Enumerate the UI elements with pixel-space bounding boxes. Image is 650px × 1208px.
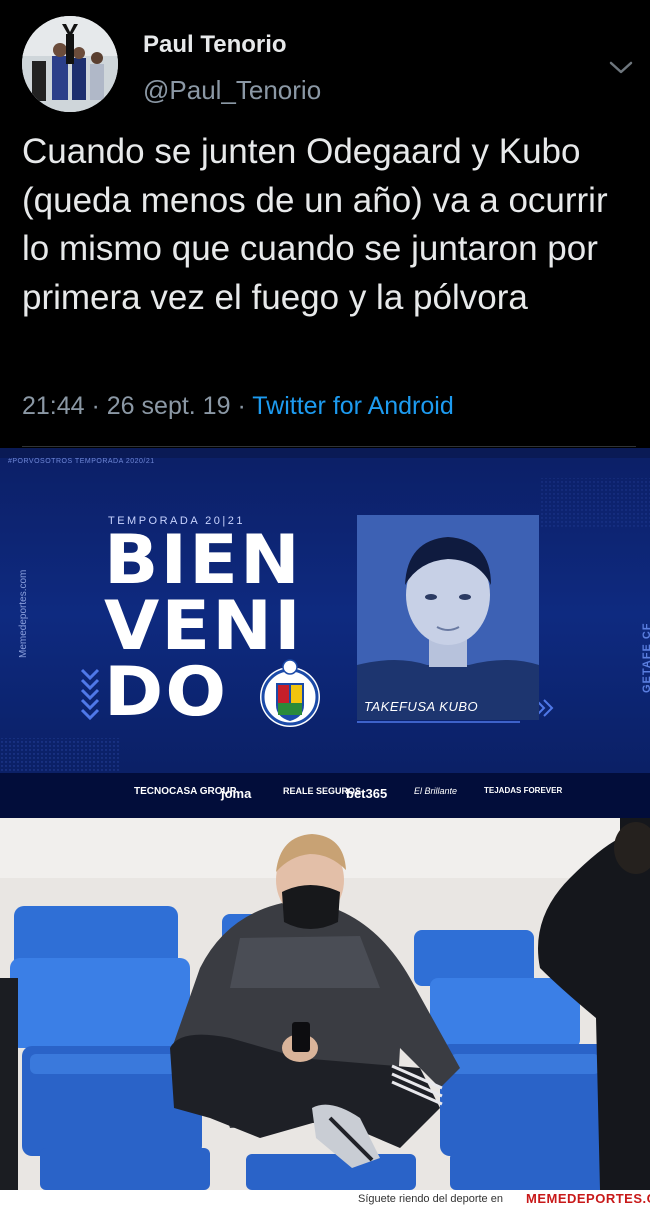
headline-line-1: BIEN xyxy=(104,521,302,600)
avatar[interactable] xyxy=(22,16,118,112)
sponsor-logo: El Brillante xyxy=(414,786,458,796)
handle[interactable]: @Paul_Tenorio xyxy=(143,75,321,106)
headline-line-3: DO xyxy=(104,653,229,732)
sponsor-logo: TEJADAS FOREVER xyxy=(484,786,563,795)
footer-bar: Síguete riendo del deporte en MEMEDEPORT… xyxy=(0,1190,650,1208)
watermark-text: Memedeportes.com xyxy=(18,569,29,658)
stadium-photo xyxy=(0,818,650,1190)
footer-text: Síguete riendo del deporte en xyxy=(358,1193,503,1205)
headline-line-2: VENI xyxy=(104,587,303,666)
club-name-vertical: GETAFE CF xyxy=(641,622,650,693)
sponsor-logos: TECNOCASA GROUP joma REALE SEGUROS bet36… xyxy=(0,786,650,808)
tweet-date[interactable]: 26 sept. 19 xyxy=(107,392,231,420)
tweet: Paul Tenorio @Paul_Tenorio Cuando se jun… xyxy=(0,0,650,448)
divider xyxy=(22,446,636,447)
meta-separator: · xyxy=(84,392,107,420)
tweet-time[interactable]: 21:44 xyxy=(22,392,85,420)
player-photo xyxy=(357,515,539,720)
sponsor-logo: joma xyxy=(221,786,252,801)
display-name[interactable]: Paul Tenorio xyxy=(143,31,287,59)
tweet-source[interactable]: Twitter for Android xyxy=(252,392,453,420)
getafe-crest-logo xyxy=(260,659,320,727)
tweet-text: Cuando se junten Odegaard y Kubo (queda … xyxy=(22,132,608,317)
player-name: TAKEFUSA KUBO xyxy=(364,699,479,714)
tweet-meta: 21:44 · 26 sept. 19 · Twitter for Androi… xyxy=(22,392,454,421)
banner-hashtag: #PORVOSOTROS TEMPORADA 2020/21 xyxy=(8,458,155,465)
sponsor-logo: bet365 xyxy=(346,786,388,801)
banner-background xyxy=(0,448,650,778)
welcome-banner-image: #PORVOSOTROS TEMPORADA 2020/21 Memedepor… xyxy=(0,448,650,818)
meta-separator: · xyxy=(230,392,253,420)
chevron-down-icon[interactable] xyxy=(606,56,636,78)
footer-brand-link[interactable]: MEMEDEPORTES.COM xyxy=(526,1191,650,1206)
